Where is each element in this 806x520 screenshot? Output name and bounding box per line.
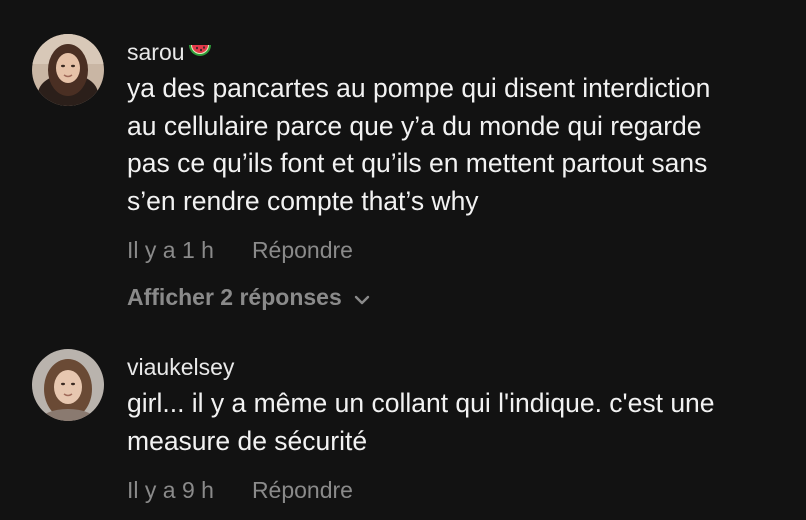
comment-meta: Il y a 9 h Répondre bbox=[127, 475, 353, 505]
avatar-image bbox=[32, 34, 104, 106]
avatar-image bbox=[32, 349, 104, 421]
comment-username[interactable]: sarou bbox=[127, 38, 796, 66]
reply-button[interactable]: Répondre bbox=[252, 475, 353, 505]
comment-timestamp: Il y a 1 h bbox=[127, 237, 214, 263]
avatar[interactable] bbox=[32, 349, 104, 421]
comment-username[interactable]: viaukelsey bbox=[127, 353, 796, 381]
comment-meta: Il y a 1 h Répondre bbox=[127, 235, 353, 265]
reply-button[interactable]: Répondre bbox=[252, 235, 353, 265]
watermelon-icon bbox=[187, 38, 213, 66]
avatar[interactable] bbox=[32, 34, 104, 106]
show-replies-label: Afficher 2 réponses bbox=[127, 284, 342, 310]
username-text: viaukelsey bbox=[127, 354, 235, 380]
comment-text: ya des pancartes au pompe qui disent int… bbox=[127, 73, 711, 216]
username-text: sarou bbox=[127, 39, 185, 65]
chevron-down-icon bbox=[354, 282, 370, 312]
comment-text: girl... il y a même un collant qui l'ind… bbox=[127, 388, 715, 456]
comment-timestamp: Il y a 9 h bbox=[127, 477, 214, 503]
show-replies-button[interactable]: Afficher 2 réponses bbox=[127, 282, 370, 312]
